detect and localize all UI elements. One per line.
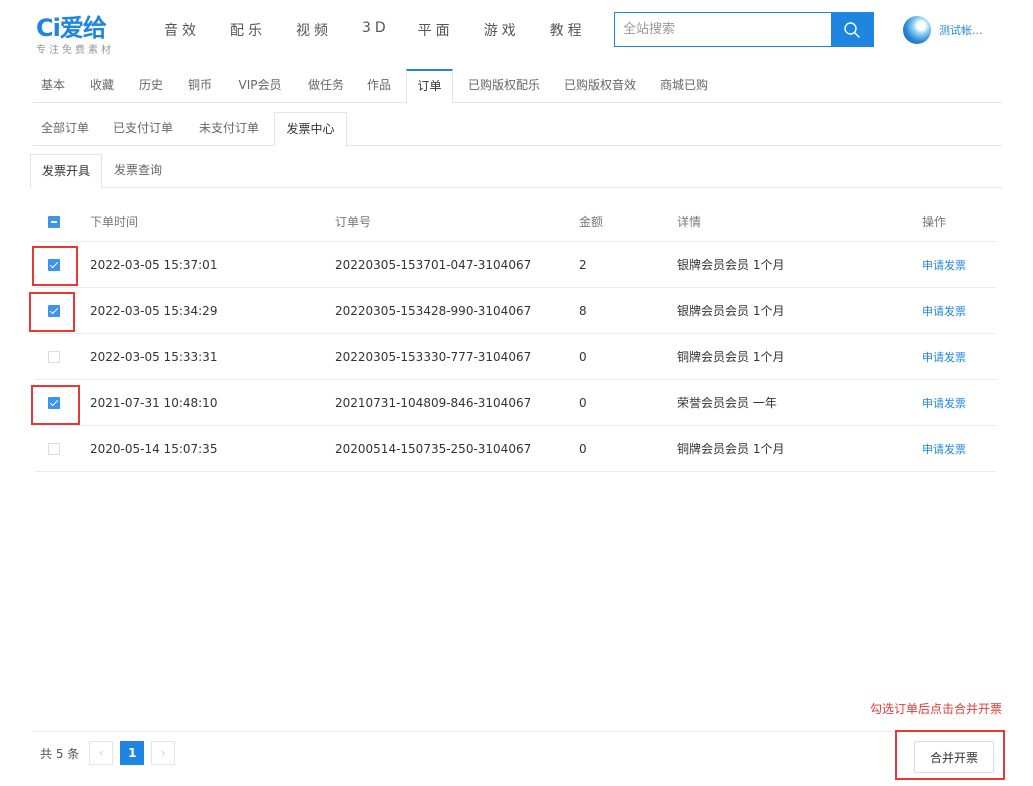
merge-hint-text: 勾选订单后点击合并开票 (870, 702, 1003, 716)
order-number: 20220305-153701-047-3104067 (335, 257, 532, 272)
table-row: 2022-03-05 15:37:01 20220305-153701-047-… (35, 242, 996, 288)
tab-all-orders[interactable]: 全部订单 (33, 112, 97, 146)
search-input[interactable] (615, 13, 832, 46)
user-menu[interactable]: 测试帐... (903, 16, 983, 44)
row-select-cell (48, 288, 62, 333)
row-select-cell (48, 380, 62, 425)
avatar[interactable] (903, 16, 931, 44)
table-row: 2021-07-31 10:48:10 20210731-104809-846-… (35, 380, 996, 426)
user-name[interactable]: 测试帐... (939, 22, 983, 38)
row-checkbox[interactable] (48, 258, 60, 271)
total-count: 共 5 条 (40, 746, 80, 761)
merge-invoice-button[interactable]: 合并开票 (914, 741, 994, 773)
apply-invoice-link[interactable]: 申请发票 (922, 349, 966, 365)
apply-invoice-link[interactable]: 申请发票 (922, 395, 966, 411)
nav-games[interactable]: 游戏 (484, 20, 520, 40)
order-detail: 银牌会员会员 1个月 (677, 304, 785, 318)
site-header: Ci爱给 专注免费素材 音效 配乐 视频 3D 平面 游戏 教程 测试帐... (0, 0, 1033, 60)
apply-invoice-link[interactable]: 申请发票 (922, 303, 966, 319)
nav-music[interactable]: 配乐 (230, 20, 266, 40)
order-number: 20210731-104809-846-3104067 (335, 395, 532, 410)
tab-issue-invoice[interactable]: 发票开具 (30, 154, 102, 189)
nav-tutorials[interactable]: 教程 (550, 20, 586, 40)
order-time: 2022-03-05 15:33:31 (90, 349, 218, 364)
order-time: 2022-03-05 15:34:29 (90, 303, 218, 318)
tab-history[interactable]: 历史 (130, 69, 172, 103)
column-header-time: 下单时间 (90, 215, 139, 229)
search-icon (844, 21, 860, 38)
order-amount: 8 (579, 303, 587, 318)
order-amount: 0 (579, 395, 587, 410)
column-header-order-no: 订单号 (335, 215, 372, 229)
row-checkbox[interactable] (48, 304, 60, 317)
select-all-checkbox[interactable] (48, 215, 60, 228)
order-detail: 银牌会员会员 1个月 (677, 258, 785, 272)
order-amount: 0 (579, 441, 587, 456)
column-header-action: 操作 (922, 215, 947, 229)
tab-favorites[interactable]: 收藏 (81, 69, 123, 103)
tab-works[interactable]: 作品 (359, 69, 399, 103)
row-checkbox[interactable] (48, 396, 60, 409)
table-header: 下单时间 订单号 金额 详情 操作 (35, 202, 996, 242)
tab-query-invoice[interactable]: 发票查询 (106, 154, 170, 188)
order-number: 20220305-153330-777-3104067 (335, 349, 532, 364)
apply-invoice-link[interactable]: 申请发票 (922, 257, 966, 273)
account-tabs: 基本 收藏 历史 铜币 VIP会员 做任务 作品 订单 已购版权配乐 已购版权音… (33, 69, 1002, 104)
order-number: 20200514-150735-250-3104067 (335, 441, 532, 456)
column-header-detail: 详情 (677, 215, 702, 229)
tab-unpaid-orders[interactable]: 未支付订单 (191, 112, 267, 146)
table-row: 2022-03-05 15:34:29 20220305-153428-990-… (35, 288, 996, 334)
row-checkbox[interactable] (48, 442, 60, 455)
site-search (614, 12, 874, 47)
select-all-cell (48, 202, 62, 241)
site-logo[interactable]: Ci爱给 专注免费素材 (36, 8, 136, 56)
row-select-cell (48, 426, 62, 471)
order-time: 2021-07-31 10:48:10 (90, 395, 218, 410)
nav-sound-effects[interactable]: 音效 (164, 20, 200, 40)
search-button[interactable] (831, 13, 873, 46)
order-tabs: 全部订单 已支付订单 未支付订单 发票中心 (33, 112, 1002, 147)
nav-3d[interactable]: 3D (362, 20, 390, 40)
footer-divider (33, 731, 996, 732)
order-time: 2022-03-05 15:37:01 (90, 257, 218, 272)
order-amount: 0 (579, 349, 587, 364)
prev-page-button[interactable]: ‹ (89, 741, 114, 765)
tab-licensed-music[interactable]: 已购版权配乐 (461, 69, 547, 103)
tab-orders[interactable]: 订单 (406, 69, 453, 104)
row-select-cell (48, 242, 62, 287)
tab-paid-orders[interactable]: 已支付订单 (105, 112, 181, 146)
order-table: 下单时间 订单号 金额 详情 操作 2022-03-05 15:37:01 20… (35, 202, 996, 472)
tab-store-purchases[interactable]: 商城已购 (653, 69, 715, 103)
next-page-button[interactable]: › (151, 741, 176, 765)
nav-video[interactable]: 视频 (296, 20, 332, 40)
logo-text: Ci爱给 (36, 14, 107, 42)
invoice-tabs: 发票开具 发票查询 (30, 154, 1002, 189)
order-amount: 2 (579, 257, 587, 272)
tab-licensed-sfx[interactable]: 已购版权音效 (557, 69, 643, 103)
column-header-amount: 金额 (579, 215, 604, 229)
table-row: 2020-05-14 15:07:35 20200514-150735-250-… (35, 426, 996, 472)
nav-graphic[interactable]: 平面 (418, 20, 454, 40)
pagination: 共 5 条 ‹ 1 › (40, 741, 182, 765)
tab-coins[interactable]: 铜币 (179, 69, 221, 103)
order-time: 2020-05-14 15:07:35 (90, 441, 218, 456)
order-detail: 铜牌会员会员 1个月 (677, 350, 785, 364)
table-row: 2022-03-05 15:33:31 20220305-153330-777-… (35, 334, 996, 380)
row-checkbox[interactable] (48, 350, 60, 363)
tab-basic[interactable]: 基本 (33, 69, 73, 103)
order-detail: 铜牌会员会员 1个月 (677, 442, 785, 456)
page-1-button[interactable]: 1 (120, 741, 145, 765)
apply-invoice-link[interactable]: 申请发票 (922, 441, 966, 457)
tab-vip[interactable]: VIP会员 (229, 69, 291, 103)
row-select-cell (48, 334, 62, 379)
tab-invoice-center[interactable]: 发票中心 (274, 112, 347, 147)
top-nav: 音效 配乐 视频 3D 平面 游戏 教程 (164, 20, 616, 40)
tab-tasks[interactable]: 做任务 (299, 69, 353, 103)
order-number: 20220305-153428-990-3104067 (335, 303, 532, 318)
logo-tagline: 专注免费素材 (36, 45, 114, 56)
order-detail: 荣誉会员会员 一年 (677, 396, 777, 410)
